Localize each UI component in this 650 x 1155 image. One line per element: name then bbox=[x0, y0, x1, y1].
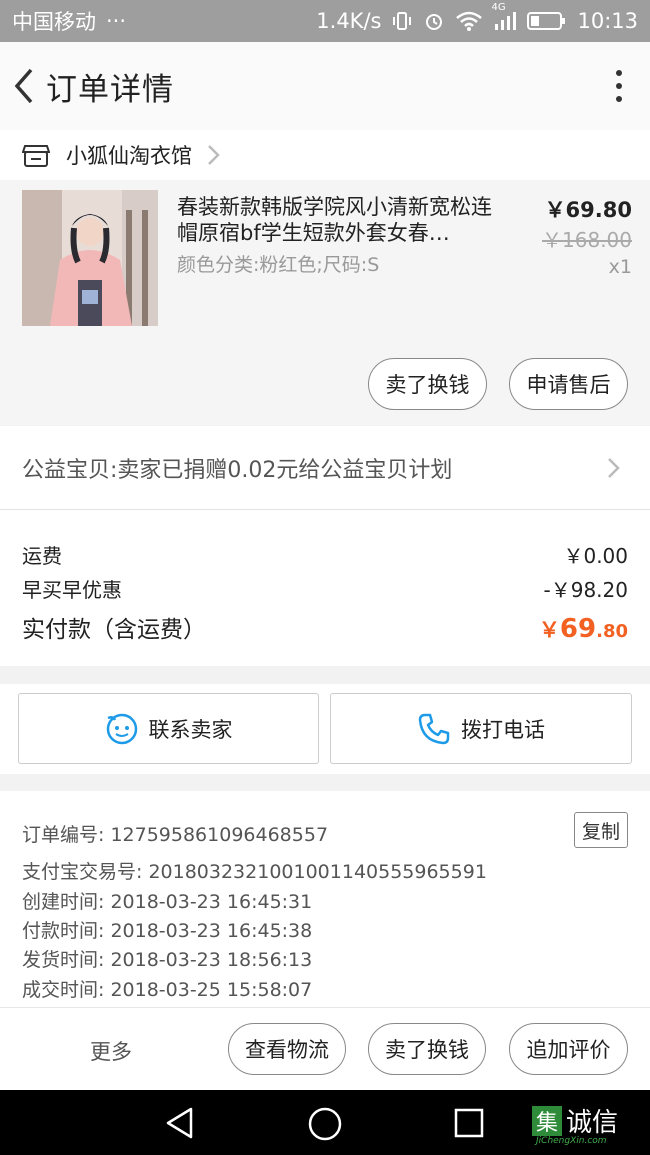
product-quantity: x1 bbox=[608, 256, 632, 278]
more-menu-button[interactable] bbox=[594, 42, 644, 130]
store-icon bbox=[22, 145, 50, 167]
paid-time: 付款时间: 2018-03-23 16:45:38 bbox=[22, 920, 313, 942]
completed-time: 成交时间: 2018-03-25 15:58:07 bbox=[22, 979, 313, 1001]
created-time: 创建时间: 2018-03-23 16:45:31 bbox=[22, 891, 313, 913]
chevron-right-icon bbox=[208, 145, 220, 165]
charity-row[interactable]: 公益宝贝:卖家已捐赠0.02元给公益宝贝计划 bbox=[0, 426, 650, 510]
notification-dots: ··· bbox=[106, 9, 127, 33]
vibrate-icon bbox=[391, 10, 413, 32]
back-button[interactable] bbox=[2, 42, 46, 130]
network-type-label: 4G bbox=[491, 2, 506, 13]
total-label: 实付款（含运费） bbox=[22, 617, 206, 643]
contact-seller-button[interactable]: 联系卖家 bbox=[18, 693, 319, 764]
shipping-label: 运费 bbox=[22, 544, 62, 568]
shop-row[interactable]: 小狐仙淘衣馆 bbox=[0, 130, 650, 180]
discount-value: -￥98.20 bbox=[543, 578, 628, 602]
watermark-logo: 集 诚信 JiChengXin.com bbox=[532, 1102, 619, 1146]
more-dots-icon bbox=[616, 83, 622, 89]
call-phone-label: 拨打电话 bbox=[461, 717, 545, 742]
order-info: 订单编号: 127595861096468557 复制 支付宝交易号: 2018… bbox=[0, 791, 650, 1007]
product-original-price: ￥168.00 bbox=[542, 228, 632, 252]
clock-time: 10:13 bbox=[577, 9, 638, 33]
total-decimal: .80 bbox=[596, 621, 628, 642]
product-image[interactable] bbox=[22, 190, 158, 326]
shop-name: 小狐仙淘衣馆 bbox=[66, 144, 192, 168]
total-row: 实付款（含运费） ￥69.80 bbox=[22, 610, 628, 644]
call-phone-button[interactable]: 拨打电话 bbox=[330, 693, 632, 764]
wifi-icon bbox=[455, 10, 483, 32]
discount-label: 早买早优惠 bbox=[22, 578, 122, 602]
network-speed: 1.4K/s bbox=[316, 9, 382, 33]
battery-icon bbox=[527, 10, 567, 32]
total-integer: 69 bbox=[559, 614, 597, 644]
contact-section: 联系卖家 拨打电话 bbox=[0, 684, 650, 774]
product-item[interactable]: 春装新款韩版学院风小清新宽松连帽原宿bf学生短款外套女春… 颜色分类:粉红色;尺… bbox=[0, 180, 650, 425]
copy-button[interactable]: 复制 bbox=[574, 812, 628, 848]
shipping-value: ￥0.00 bbox=[563, 544, 628, 568]
total-currency: ￥ bbox=[538, 618, 560, 642]
contact-seller-label: 联系卖家 bbox=[148, 717, 233, 742]
watermark-text: 诚信 bbox=[566, 1108, 619, 1138]
more-dots-icon bbox=[616, 70, 622, 76]
shipped-time: 发货时间: 2018-03-23 18:56:13 bbox=[22, 949, 313, 971]
alarm-icon bbox=[423, 10, 445, 32]
discount-row: 早买早优惠 -￥98.20 bbox=[22, 574, 628, 603]
view-logistics-button[interactable]: 查看物流 bbox=[228, 1023, 346, 1075]
phone-icon bbox=[418, 713, 450, 744]
product-sku: 颜色分类:粉红色;尺码:S bbox=[177, 254, 380, 276]
watermark-sub: JiChengXin.com bbox=[536, 1136, 607, 1146]
cost-summary: 运费 ￥0.00 早买早优惠 -￥98.20 实付款（含运费） ￥69.80 bbox=[0, 510, 650, 666]
recents-square-icon[interactable] bbox=[453, 1107, 485, 1139]
product-name[interactable]: 春装新款韩版学院风小清新宽松连帽原宿bf学生短款外套女春… bbox=[177, 194, 502, 246]
home-circle-icon[interactable] bbox=[307, 1106, 343, 1142]
total-value: ￥69.80 bbox=[539, 614, 628, 644]
alipay-trade-number: 支付宝交易号: 2018032321001001140555965591 bbox=[22, 861, 487, 883]
after-sales-button[interactable]: 申请售后 bbox=[509, 358, 628, 410]
shipping-row: 运费 ￥0.00 bbox=[22, 540, 628, 569]
resell-bottom-button[interactable]: 卖了换钱 bbox=[368, 1023, 486, 1075]
charity-text: 公益宝贝:卖家已捐赠0.02元给公益宝贝计划 bbox=[22, 457, 453, 483]
order-number: 订单编号: 127595861096468557 bbox=[22, 824, 329, 846]
product-price: ￥69.80 bbox=[544, 198, 632, 222]
carrier-label: 中国移动 bbox=[12, 10, 96, 34]
bottom-action-bar: 更多 查看物流 卖了换钱 追加评价 bbox=[0, 1007, 650, 1090]
add-review-button[interactable]: 追加评价 bbox=[509, 1023, 628, 1075]
resell-button[interactable]: 卖了换钱 bbox=[368, 358, 487, 410]
chat-bubble-icon bbox=[106, 713, 137, 744]
more-dots-icon bbox=[616, 96, 622, 102]
back-triangle-icon[interactable] bbox=[163, 1106, 197, 1140]
chevron-left-icon bbox=[14, 68, 33, 104]
status-bar: 中国移动 ··· 1.4K/s 4G 10:13 bbox=[0, 0, 650, 42]
page-title: 订单详情 bbox=[46, 71, 174, 108]
cellular-signal-icon: 4G bbox=[491, 2, 517, 32]
nav-bar: 订单详情 bbox=[0, 42, 650, 130]
more-actions-button[interactable]: 更多 bbox=[90, 1036, 132, 1066]
chevron-right-icon bbox=[608, 457, 620, 478]
watermark-glyph: 集 bbox=[532, 1105, 562, 1136]
